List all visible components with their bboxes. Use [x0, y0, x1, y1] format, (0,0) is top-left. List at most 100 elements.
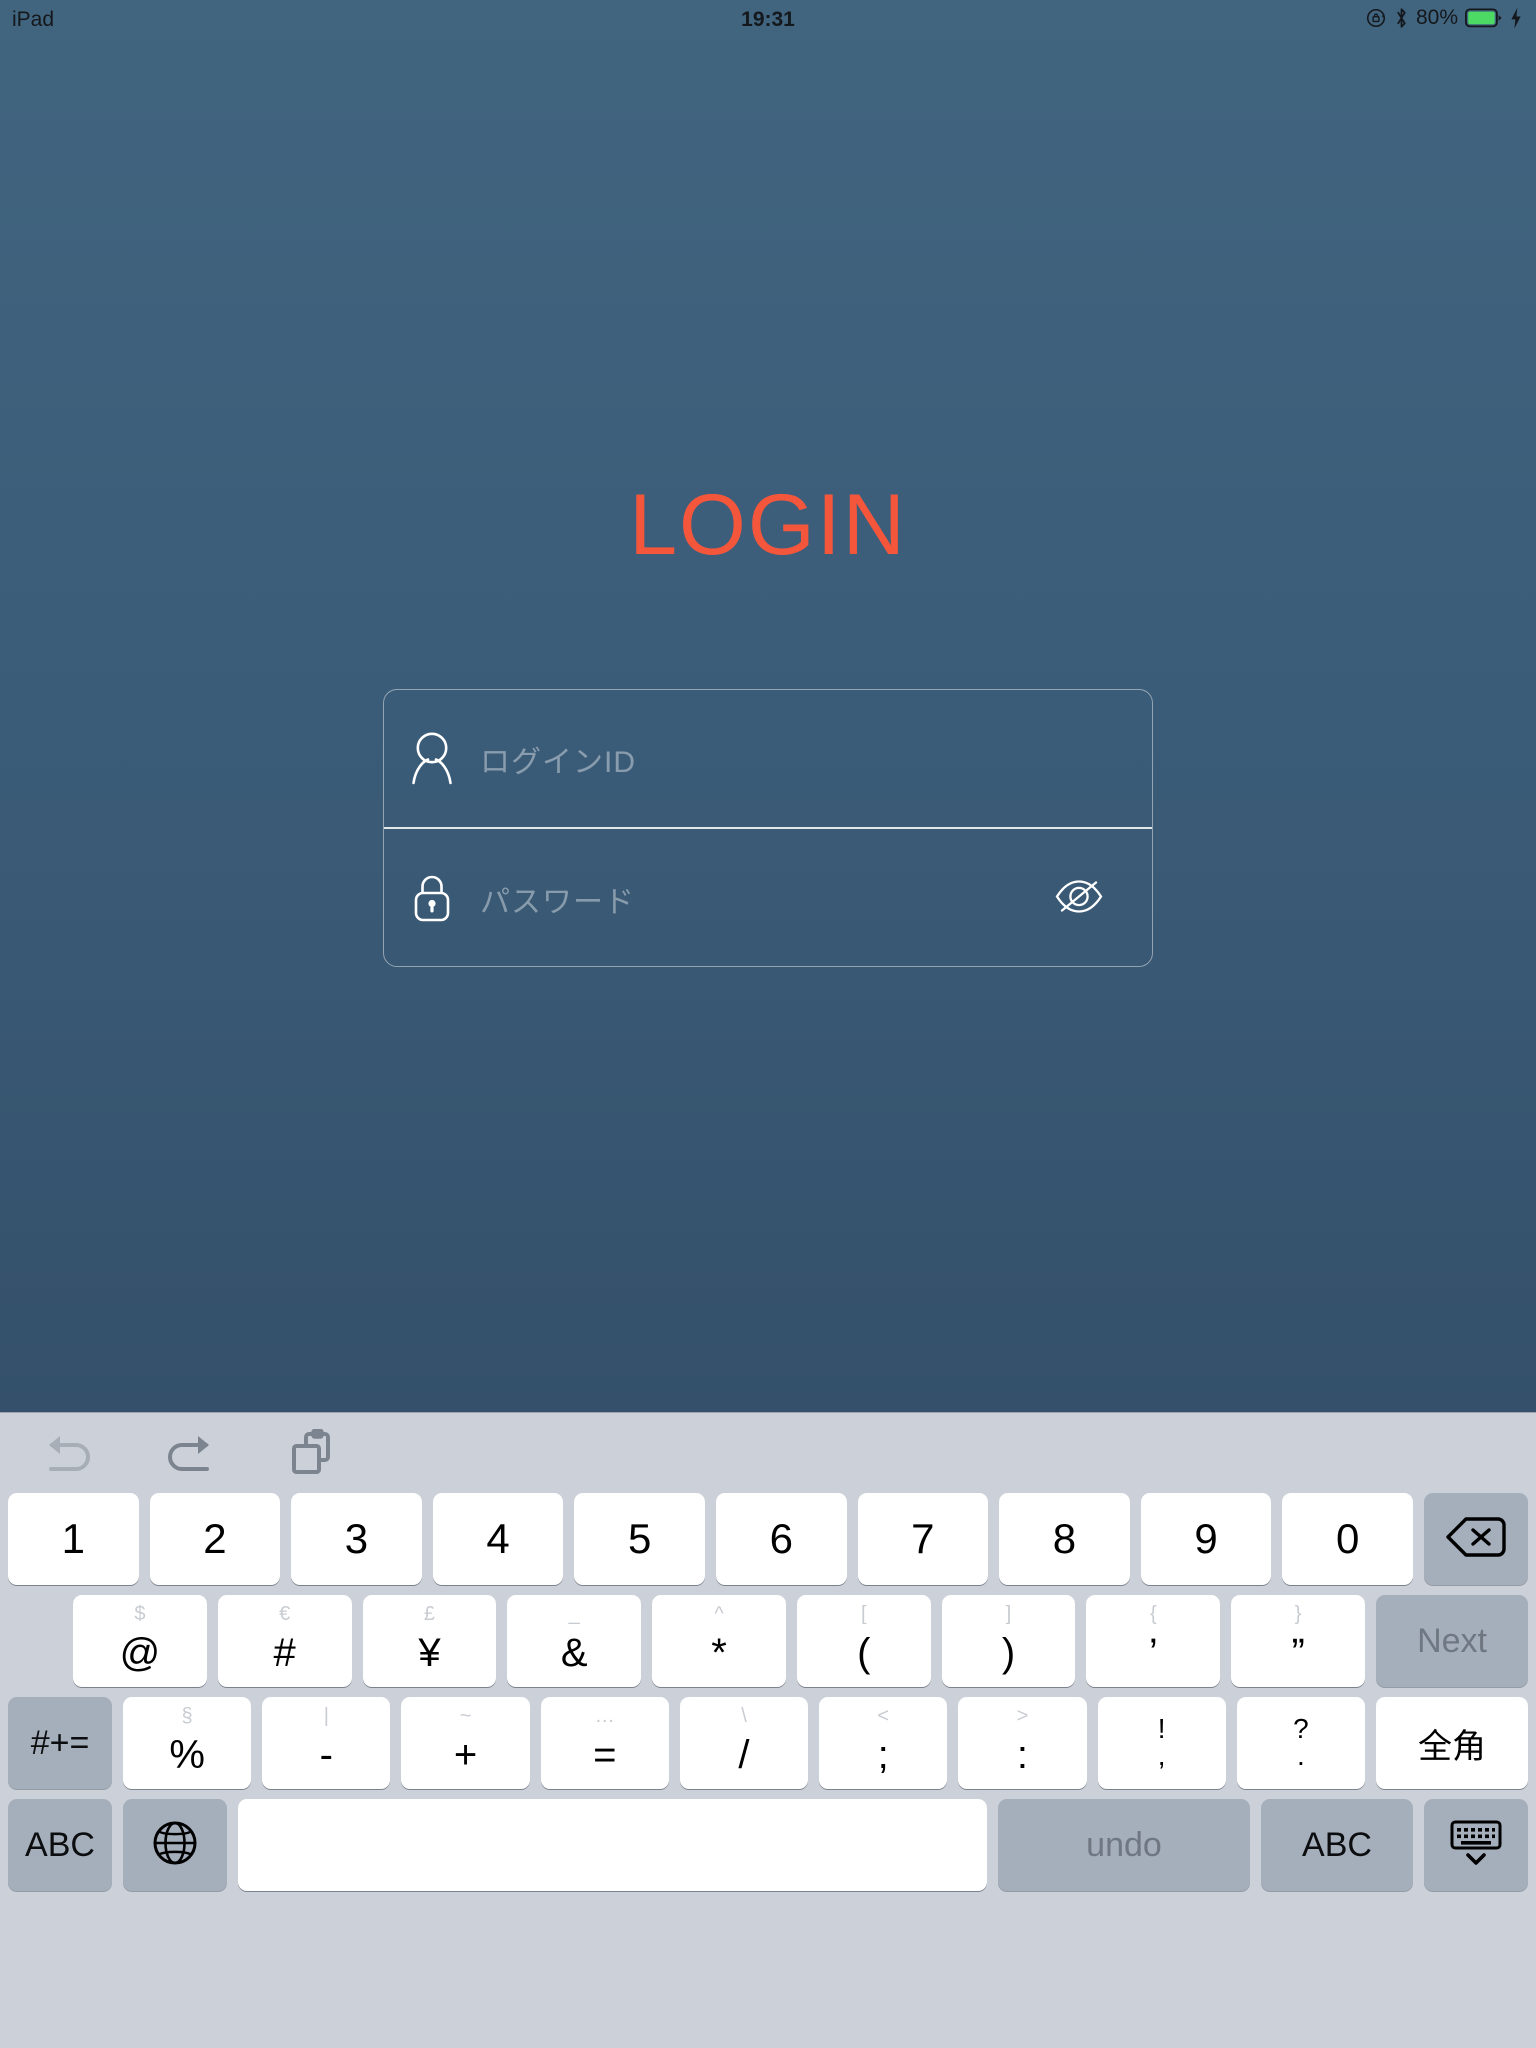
key-label: 5	[627, 1515, 652, 1562]
bluetooth-icon	[1394, 7, 1409, 29]
key-paren-close[interactable]: ] )	[941, 1595, 1076, 1687]
key-label: 全角	[1417, 1727, 1486, 1766]
key-label: 8	[1052, 1515, 1077, 1562]
undo-key[interactable]: undo	[998, 1799, 1250, 1891]
key-label: 3	[344, 1515, 369, 1562]
key-8[interactable]: 8	[999, 1493, 1130, 1585]
key-label: ¥	[418, 1631, 441, 1675]
key-plus[interactable]: ~ +	[401, 1697, 530, 1789]
ipad-screen: iPad 19:31 80% LOGIN ログインID パスワード 1 2 3 …	[0, 0, 1536, 2048]
key-at[interactable]: $ @	[73, 1595, 207, 1687]
zenkaku-key[interactable]: 全角	[1375, 1697, 1528, 1789]
key-secondary-label: <	[877, 1705, 890, 1727]
symbol-shift-key[interactable]: #+=	[8, 1697, 112, 1789]
key-secondary-label: ~	[459, 1705, 472, 1727]
keyboard-row-symbols-2: #+= § % | - ~ + … = \ / < ; >: ! , ? . …	[0, 1697, 1536, 1789]
key-label: -	[319, 1733, 333, 1777]
key-label: 2	[203, 1515, 227, 1562]
next-key[interactable]: Next	[1376, 1595, 1529, 1687]
dismiss-keyboard-key[interactable]	[1424, 1799, 1528, 1891]
key-label: /	[738, 1733, 750, 1777]
key-label: ;	[877, 1733, 889, 1777]
key-secondary-label: }	[1294, 1603, 1302, 1625]
key-label: undo	[1086, 1825, 1162, 1864]
key-5[interactable]: 5	[574, 1493, 705, 1585]
key-colon[interactable]: > :	[958, 1697, 1087, 1789]
key-label: *	[711, 1631, 727, 1675]
key-secondary-label: ^	[714, 1603, 724, 1625]
status-clock: 19:31	[741, 8, 795, 31]
key-secondary-label: \	[741, 1705, 747, 1727]
key-equals[interactable]: … =	[540, 1697, 669, 1789]
key-label: #+=	[30, 1723, 90, 1762]
key-0[interactable]: 0	[1282, 1493, 1413, 1585]
key-ampersand[interactable]: _ &	[507, 1595, 642, 1687]
key-6[interactable]: 6	[715, 1493, 847, 1585]
status-indicators: 80%	[1365, 6, 1522, 30]
key-label: 0	[1335, 1515, 1360, 1562]
backspace-key[interactable]	[1423, 1493, 1528, 1585]
undo-icon[interactable]	[40, 1425, 96, 1481]
battery-percent-label: 80%	[1415, 6, 1458, 29]
redo-icon[interactable]	[162, 1425, 218, 1481]
key-label: 9	[1194, 1515, 1218, 1562]
key-secondary-label: ]	[1005, 1603, 1012, 1625]
keyboard-row-numbers: 1 2 3 4 5 6 7 8 9 0	[0, 1493, 1536, 1585]
key-quote[interactable]: } ”	[1231, 1595, 1366, 1687]
key-label: ’	[1148, 1631, 1158, 1675]
paste-icon[interactable]	[284, 1425, 340, 1481]
login-id-field-row[interactable]: ログインID	[384, 690, 1152, 829]
key-label: Next	[1417, 1621, 1487, 1660]
key-label: &	[560, 1631, 588, 1675]
battery-icon	[1465, 8, 1503, 28]
key-3[interactable]: 3	[291, 1493, 422, 1585]
toggle-password-visibility-button[interactable]	[1054, 877, 1104, 920]
key-asterisk[interactable]: ^ *	[652, 1595, 786, 1687]
globe-key[interactable]	[123, 1799, 227, 1891]
keyboard-row-bottom: ABC undo ABC	[0, 1799, 1536, 1891]
key-label: 4	[486, 1515, 510, 1562]
keyboard-row-symbols-1: $ @ € # £ ¥ _ & ^ * [ (]) {’} ” Next	[0, 1595, 1536, 1687]
key-label: @	[119, 1631, 161, 1675]
key-9[interactable]: 9	[1140, 1493, 1272, 1585]
globe-icon	[150, 1818, 200, 1873]
login-id-placeholder: ログインID	[480, 745, 636, 779]
key-label: =	[593, 1733, 617, 1777]
key-label: 6	[769, 1515, 793, 1562]
key-yen[interactable]: £ ¥	[362, 1595, 497, 1687]
key-slash[interactable]: \ /	[679, 1697, 809, 1789]
password-field-row[interactable]: パスワード	[384, 829, 1152, 966]
page-title: LOGIN	[629, 477, 907, 573]
dismiss-keyboard-icon	[1447, 1817, 1505, 1874]
abc-key-right[interactable]: ABC	[1261, 1799, 1413, 1891]
key-label: 7	[911, 1515, 935, 1562]
person-icon	[384, 729, 480, 789]
abc-key-left[interactable]: ABC	[8, 1799, 112, 1891]
key-7[interactable]: 7	[857, 1493, 989, 1585]
key-secondary-label: …	[594, 1705, 615, 1727]
space-key[interactable]	[238, 1799, 987, 1891]
key-secondary-label: £	[423, 1603, 436, 1625]
password-placeholder: パスワード	[480, 885, 635, 919]
key-hash[interactable]: € #	[217, 1595, 352, 1687]
key-label: 1	[61, 1515, 85, 1562]
key-secondary-label: >	[1016, 1705, 1029, 1727]
key-secondary-label: §	[181, 1705, 193, 1727]
eye-slash-icon	[1054, 877, 1104, 920]
key-exclamation-comma[interactable]: ! ,	[1097, 1697, 1226, 1789]
key-2[interactable]: 2	[149, 1493, 281, 1585]
key-label: +	[453, 1733, 478, 1777]
key-percent[interactable]: § %	[123, 1697, 252, 1789]
key-semicolon[interactable]: < ;	[819, 1697, 948, 1789]
key-hyphen[interactable]: | -	[262, 1697, 391, 1789]
key-secondary-label: ,	[1157, 1740, 1166, 1771]
key-1[interactable]: 1	[8, 1493, 139, 1585]
key-paren-open[interactable]: [ (	[796, 1595, 931, 1687]
key-question-period[interactable]: ? .	[1236, 1697, 1365, 1789]
key-label: #	[273, 1631, 296, 1675]
key-label: ?	[1293, 1713, 1309, 1745]
key-secondary-label: _	[568, 1603, 580, 1625]
key-label: !	[1157, 1713, 1166, 1745]
key-4[interactable]: 4	[432, 1493, 564, 1585]
key-apostrophe[interactable]: { ’	[1086, 1595, 1221, 1687]
